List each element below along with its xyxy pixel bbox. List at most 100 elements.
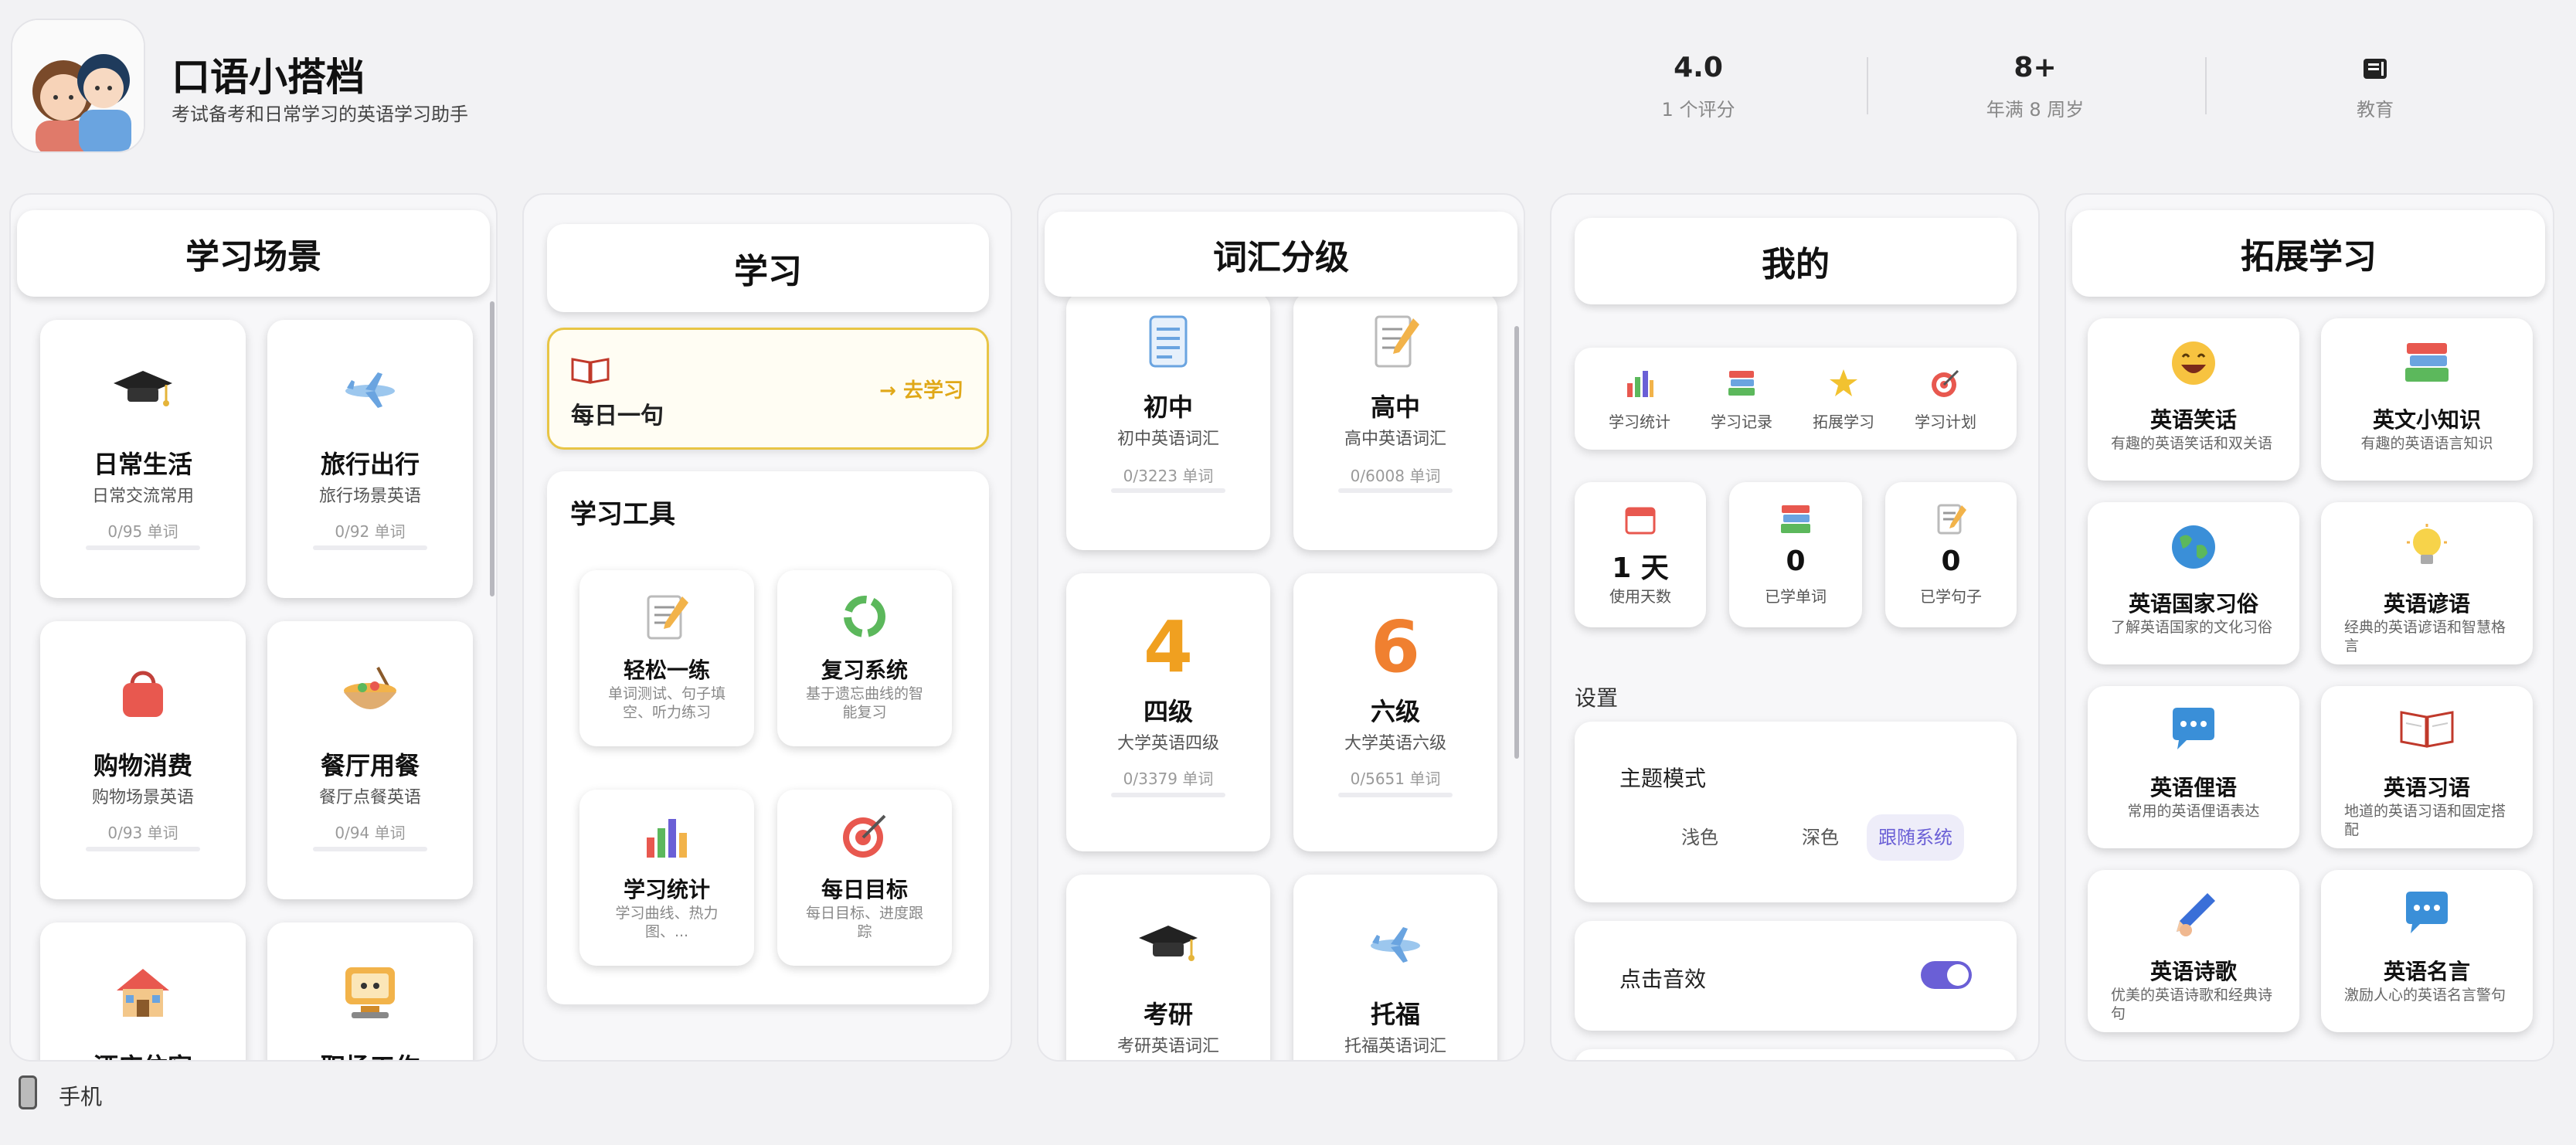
go-study-label: 去学习 — [902, 379, 963, 403]
device-label[interactable]: 手机 — [59, 1080, 102, 1111]
theme-option-light[interactable]: 浅色 — [1653, 814, 1746, 861]
entry-plan[interactable]: 学习计划 — [1895, 365, 1997, 442]
vocab-panel: 初中 初中英语词汇 0/3223 单词 高中 高中英语词汇 0/6008 单词 … — [1037, 193, 1525, 1062]
daily-sentence-card[interactable]: 每日一句 → 去学习 — [547, 328, 989, 450]
open-book-icon — [2321, 709, 2533, 748]
ext-card-jokes[interactable]: 英语笑话 有趣的英语笑话和双关语 — [2088, 318, 2299, 481]
theme-option-dark[interactable]: 深色 — [1774, 814, 1867, 861]
study-panel: 学习 每日一句 → 去学习 学习工具 轻松一练 单词测试、句子填空、听力练习 复… — [522, 193, 1012, 1062]
ext-desc: 有趣的英语语言知识 — [2360, 435, 2493, 452]
arrow-right-icon: → — [879, 379, 903, 403]
age-value: 8+ — [2014, 52, 2057, 83]
scene-card-hotel[interactable]: 酒店住宿 — [40, 922, 246, 1060]
theme-option-system[interactable]: 跟随系统 — [1867, 814, 1964, 861]
entry-records[interactable]: 学习记录 — [1691, 365, 1793, 442]
ext-card-poems[interactable]: 英语诗歌 优美的英语诗歌和经典诗句 — [2088, 870, 2299, 1032]
lightbulb-icon — [2321, 522, 2533, 572]
scene-card-work[interactable]: 职场工作 — [267, 922, 473, 1060]
airplane-icon — [1293, 921, 1497, 967]
tool-desc: 学习曲线、热力图、... — [615, 905, 719, 940]
calendar-icon — [1575, 502, 1706, 536]
vocab-count: 0/6008 单词 — [1350, 467, 1441, 485]
tool-card-practice[interactable]: 轻松一练 单词测试、句子填空、听力练习 — [579, 570, 754, 746]
vocab-card-cet6[interactable]: 6 六级 大学英语六级 0/5651 单词 — [1293, 573, 1497, 851]
graduation-cap-icon — [40, 366, 246, 413]
go-study-button[interactable]: → 去学习 — [879, 375, 963, 403]
vocab-desc: 大学英语六级 — [1344, 734, 1446, 753]
tool-card-review[interactable]: 复习系统 基于遗忘曲线的智能复习 — [777, 570, 952, 746]
scene-card-daily[interactable]: 日常生活 日常交流常用 0/95 单词 — [40, 320, 246, 598]
tools-section: 学习工具 轻松一练 单词测试、句子填空、听力练习 复习系统 基于遗忘曲线的智能复… — [547, 471, 989, 1004]
ext-card-slang[interactable]: 英语俚语 常用的英语俚语表达 — [2088, 686, 2299, 848]
stat-value: 1 天 — [1612, 552, 1669, 584]
theme-title: 主题模式 — [1619, 766, 1707, 791]
rating-value: 4.0 — [1674, 52, 1723, 83]
scene-desc: 日常交流常用 — [91, 487, 194, 506]
tools-title: 学习工具 — [570, 499, 675, 530]
ext-name: 英语习语 — [2383, 775, 2470, 800]
vocab-card-junior[interactable]: 初中 初中英语词汇 0/3223 单词 — [1066, 292, 1270, 550]
stat-label: 使用天数 — [1609, 587, 1671, 606]
stat-card-words: 0 已学单词 — [1729, 482, 1862, 627]
ext-card-idioms[interactable]: 英语习语 地道的英语习语和固定搭配 — [2321, 686, 2533, 848]
scene-card-shopping[interactable]: 购物消费 购物场景英语 0/93 单词 — [40, 621, 246, 899]
entry-stats[interactable]: 学习统计 — [1589, 365, 1691, 442]
scrollbar[interactable] — [490, 301, 494, 596]
quick-entries: 学习统计 学习记录 拓展学习 学习计划 — [1575, 348, 2017, 450]
category-stat: 教育 — [2221, 51, 2530, 121]
vocab-card-senior[interactable]: 高中 高中英语词汇 0/6008 单词 — [1293, 292, 1497, 550]
entry-extend[interactable]: 拓展学习 — [1793, 365, 1895, 442]
stat-divider — [2205, 57, 2207, 114]
tool-name: 复习系统 — [821, 657, 908, 683]
ext-panel: 拓展学习 英语笑话 有趣的英语笑话和双关语 英文小知识 有趣的英语语言知识 英语… — [2065, 193, 2554, 1062]
tool-card-stats[interactable]: 学习统计 学习曲线、热力图、... — [579, 790, 754, 966]
ext-name: 英语名言 — [2383, 959, 2470, 984]
sound-label: 点击音效 — [1619, 967, 1707, 992]
study-title: 学习 — [547, 224, 989, 312]
scene-desc: 旅行场景英语 — [318, 487, 421, 506]
scene-desc: 餐厅点餐英语 — [318, 788, 421, 807]
ext-card-proverbs[interactable]: 英语谚语 经典的英语谚语和智慧格言 — [2321, 502, 2533, 664]
me-title: 我的 — [1575, 218, 2017, 304]
app-subtitle: 考试备考和日常学习的英语学习助手 — [172, 104, 468, 125]
sound-toggle[interactable] — [1921, 961, 1972, 989]
me-panel: 我的 学习统计 学习记录 拓展学习 学习计划 1 天 使用天数 0 已学单词 0… — [1550, 193, 2040, 1062]
sound-card: 点击音效 — [1575, 921, 2017, 1031]
airplane-icon — [267, 366, 473, 413]
vocab-card-toefl[interactable]: 托福 托福英语词汇 — [1293, 875, 1497, 1060]
graduation-cap-icon — [1066, 921, 1270, 967]
progress-bar — [1111, 488, 1225, 493]
scene-name: 职场工作 — [267, 1048, 473, 1060]
scene-count: 0/93 单词 — [107, 824, 178, 842]
scene-card-travel[interactable]: 旅行出行 旅行场景英语 0/92 单词 — [267, 320, 473, 598]
bar-chart-icon — [1624, 368, 1655, 402]
stat-value: 0 — [1941, 545, 1961, 577]
vocab-count: 0/3379 单词 — [1123, 770, 1214, 788]
vocab-desc: 高中英语词汇 — [1344, 430, 1446, 449]
vocab-name: 四级 — [1143, 697, 1193, 726]
rating-count: 1 个评分 — [1661, 99, 1735, 121]
ext-card-trivia[interactable]: 英文小知识 有趣的英语语言知识 — [2321, 318, 2533, 481]
daily-sentence-label: 每日一句 — [571, 403, 664, 430]
tool-card-goal[interactable]: 每日目标 每日目标、进度跟踪 — [777, 790, 952, 966]
scrollbar[interactable] — [1514, 326, 1519, 759]
stat-card-days: 1 天 使用天数 — [1575, 482, 1706, 627]
progress-bar — [85, 847, 201, 851]
ext-desc: 优美的英语诗歌和经典诗句 — [2111, 987, 2273, 1022]
document-icon — [1066, 312, 1270, 371]
ext-desc: 经典的英语谚语和智慧格言 — [2344, 619, 2506, 654]
vocab-card-cet4[interactable]: 4 四级 大学英语四级 0/3379 单词 — [1066, 573, 1270, 851]
bar-chart-icon — [579, 811, 754, 861]
stat-value: 0 — [1786, 545, 1806, 577]
scene-count: 0/95 单词 — [107, 522, 178, 541]
vocab-name: 高中 — [1370, 392, 1420, 422]
scene-card-restaurant[interactable]: 餐厅用餐 餐厅点餐英语 0/94 单词 — [267, 621, 473, 899]
stat-card-sentences: 0 已学句子 — [1885, 482, 2017, 627]
vocab-card-postgrad[interactable]: 考研 考研英语词汇 — [1066, 875, 1270, 1060]
ext-card-quotes[interactable]: 英语名言 激励人心的英语名言警句 — [2321, 870, 2533, 1032]
scene-count: 0/94 单词 — [335, 824, 406, 842]
ext-card-customs[interactable]: 英语国家习俗 了解英语国家的文化习俗 — [2088, 502, 2299, 664]
vocab-desc: 考研英语词汇 — [1116, 1037, 1219, 1056]
house-icon — [40, 966, 246, 1020]
ext-name: 英语国家习俗 — [2128, 591, 2258, 617]
